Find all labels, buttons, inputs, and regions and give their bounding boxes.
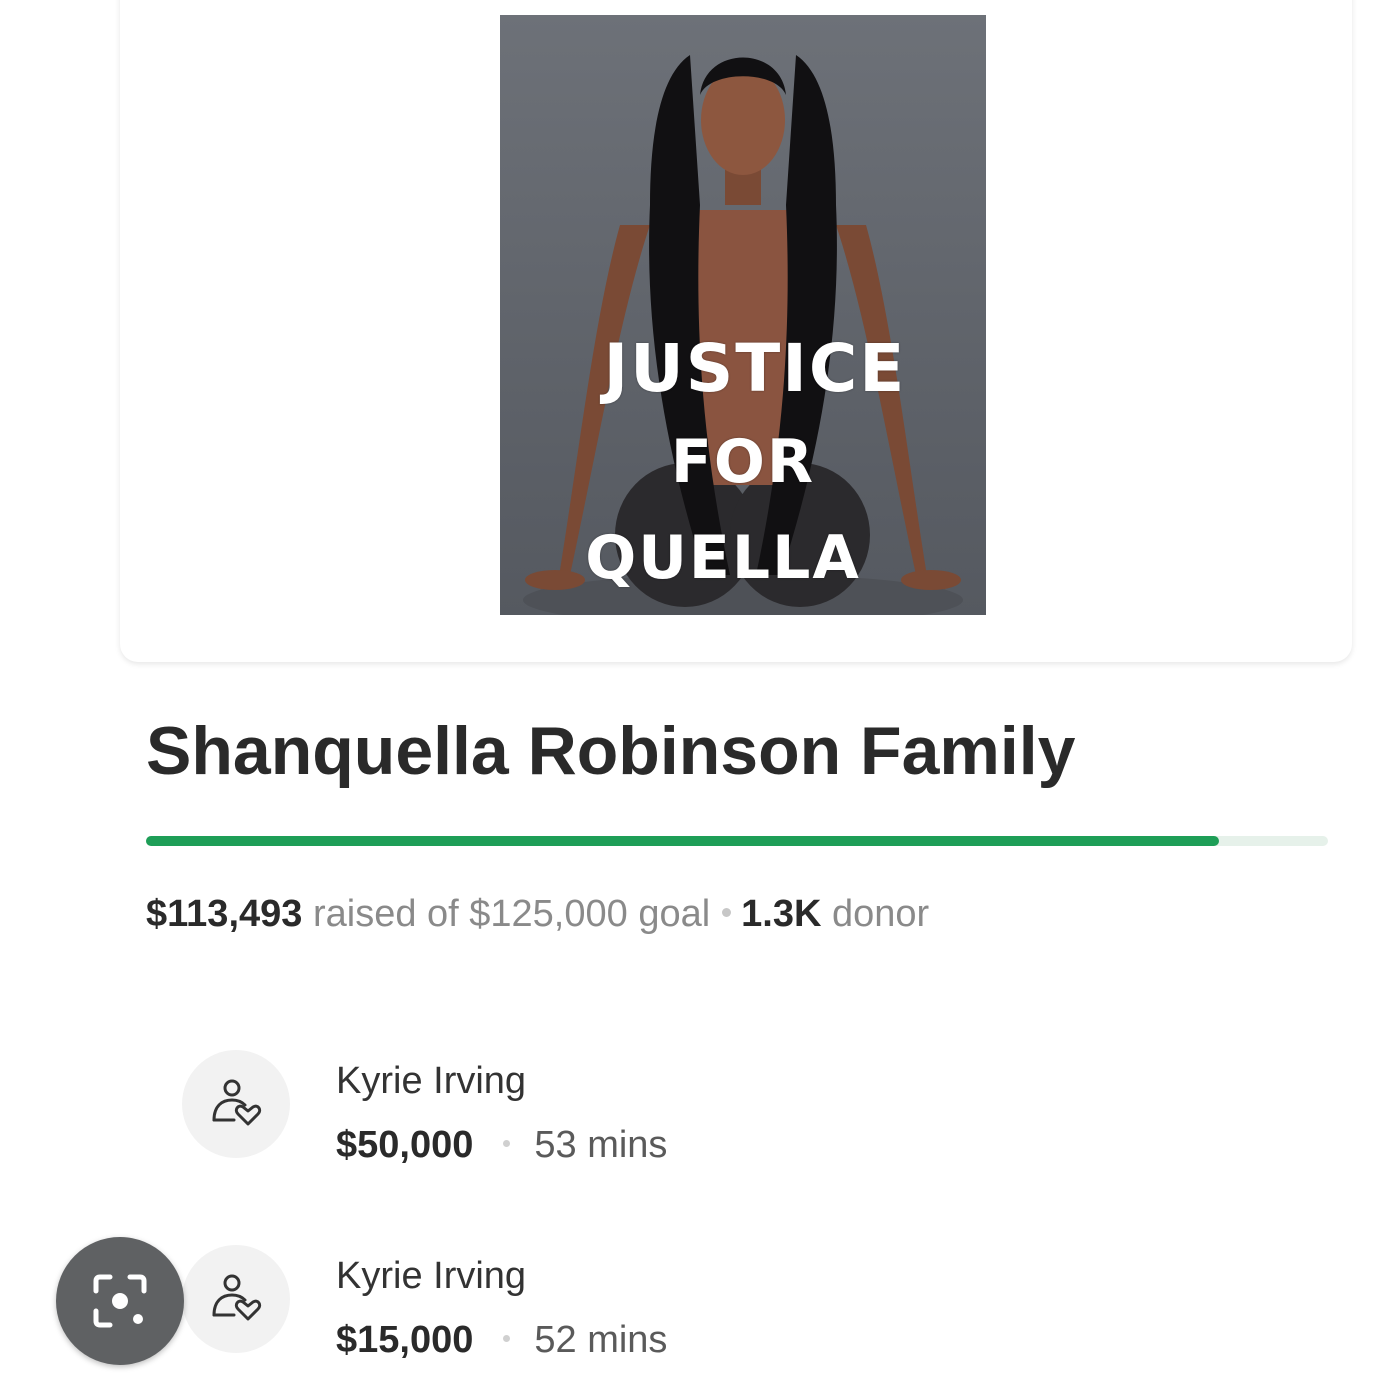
separator-dot <box>503 1335 511 1343</box>
image-search-button[interactable] <box>56 1237 184 1365</box>
donation-time: 52 mins <box>534 1319 668 1361</box>
user-heart-icon <box>212 1274 262 1321</box>
progress-bar-fill <box>146 836 1220 846</box>
progress-bar <box>146 836 1328 846</box>
campaign-stats: $113,493 raised of $125,000 goal 1.3K don… <box>146 893 929 936</box>
separator-dot <box>722 908 732 918</box>
poster-line-for: FOR <box>670 427 816 497</box>
donation-item: Kyrie Irving $50,000 53 mins <box>182 1050 1182 1170</box>
donation-amount: $15,000 <box>336 1319 474 1361</box>
donor-label[interactable]: donor <box>832 893 929 935</box>
donation-item: Kyrie Irving $15,000 52 mins <box>182 1245 1182 1365</box>
donor-name: Kyrie Irving <box>336 1255 527 1297</box>
donor-avatar <box>182 1245 290 1353</box>
poster-line-justice: JUSTICE <box>603 330 907 407</box>
raised-amount: $113,493 <box>146 893 303 935</box>
campaign-title: Shanquella Robinson Family <box>146 713 1076 789</box>
donation-time: 53 mins <box>534 1124 668 1166</box>
donor-avatar <box>182 1050 290 1158</box>
donor-name: Kyrie Irving <box>336 1060 527 1102</box>
donation-details: $50,000 53 mins <box>336 1124 667 1167</box>
donation-details: $15,000 52 mins <box>336 1319 667 1362</box>
image-search-icon <box>93 1274 147 1328</box>
raised-goal-text: raised of $125,000 goal <box>312 893 711 935</box>
poster-line-quella: QUELLA <box>585 523 861 593</box>
user-heart-icon <box>212 1079 262 1126</box>
donation-amount: $50,000 <box>336 1124 474 1166</box>
campaign-photo[interactable]: JUSTICE FOR QUELLA <box>500 15 986 615</box>
separator-dot <box>503 1140 511 1148</box>
donor-count: 1.3K <box>741 893 822 935</box>
donation-page: JUSTICE FOR QUELLA Shanquella Robinson F… <box>0 0 1400 1400</box>
